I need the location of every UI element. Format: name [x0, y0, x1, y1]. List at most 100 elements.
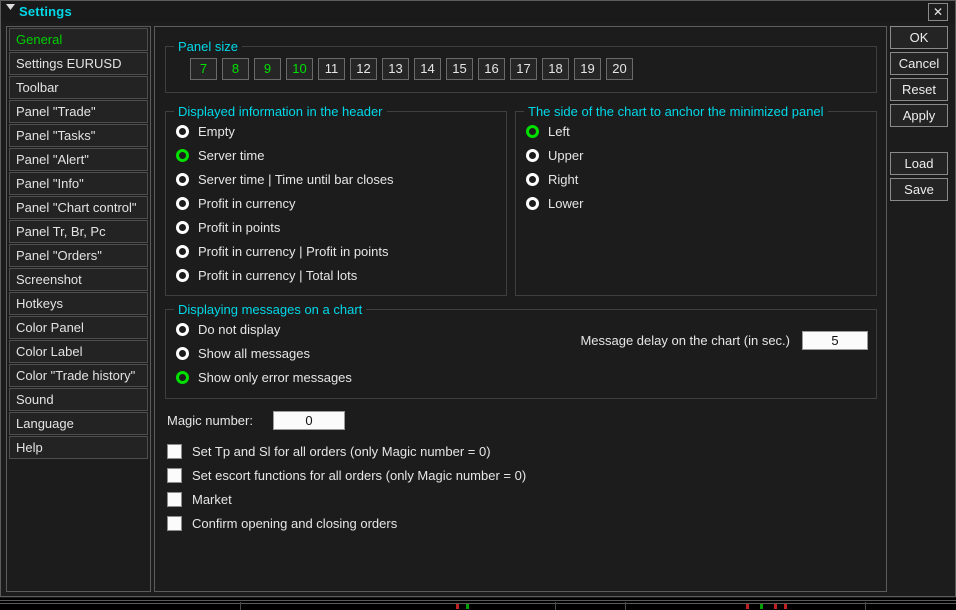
sidebar-item-color-label[interactable]: Color Label: [9, 340, 148, 363]
sidebar-item-screenshot[interactable]: Screenshot: [9, 268, 148, 291]
panel-size-18[interactable]: 18: [542, 58, 569, 80]
header-info-option-empty[interactable]: Empty: [166, 119, 506, 143]
anchor-side-option-upper[interactable]: Upper: [516, 143, 876, 167]
apply-button[interactable]: Apply: [890, 104, 948, 127]
sidebar-item-help[interactable]: Help: [9, 436, 148, 459]
checkbox-label-confirm-orders: Confirm opening and closing orders: [192, 516, 397, 531]
header-info-label-profit-points: Profit in points: [198, 220, 280, 235]
panel-size-17[interactable]: 17: [510, 58, 537, 80]
radio-icon: [176, 173, 189, 186]
sidebar-item-color-trade-history[interactable]: Color "Trade history": [9, 364, 148, 387]
radio-icon: [176, 149, 189, 162]
panel-size-20[interactable]: 20: [606, 58, 633, 80]
radio-icon: [526, 125, 539, 138]
ok-button[interactable]: OK: [890, 26, 948, 49]
message-delay-field: Message delay on the chart (in sec.): [580, 331, 868, 350]
checkbox-row-market[interactable]: Market: [167, 487, 867, 511]
save-button[interactable]: Save: [890, 178, 948, 201]
sidebar-item-panel-trade[interactable]: Panel "Trade": [9, 100, 148, 123]
radio-icon: [176, 371, 189, 384]
header-info-label-server-time-bar-close: Server time | Time until bar closes: [198, 172, 394, 187]
panel-size-13[interactable]: 13: [382, 58, 409, 80]
header-info-label-empty: Empty: [198, 124, 235, 139]
checkbox-label-market: Market: [192, 492, 232, 507]
sidebar-item-language[interactable]: Language: [9, 412, 148, 435]
sidebar-item-panel-tr-br-pc[interactable]: Panel Tr, Br, Pc: [9, 220, 148, 243]
panel-size-10[interactable]: 10: [286, 58, 313, 80]
settings-dialog-screen: Settings ✕ General Settings EURUSD Toolb…: [0, 0, 956, 610]
magic-number-input[interactable]: [273, 411, 345, 430]
anchor-side-label-right: Right: [548, 172, 578, 187]
header-info-group: Displayed information in the header Empt…: [165, 104, 507, 296]
cancel-button[interactable]: Cancel: [890, 52, 948, 75]
sidebar-item-panel-tasks[interactable]: Panel "Tasks": [9, 124, 148, 147]
anchor-side-legend: The side of the chart to anchor the mini…: [524, 104, 828, 119]
header-info-option-profit-currency-points[interactable]: Profit in currency | Profit in points: [166, 239, 506, 263]
checkbox-icon: [167, 468, 182, 483]
radio-icon: [176, 125, 189, 138]
panel-size-11[interactable]: 11: [318, 58, 345, 80]
checkbox-row-set-tp-sl[interactable]: Set Tp and Sl for all orders (only Magic…: [167, 439, 867, 463]
sidebar-item-panel-orders[interactable]: Panel "Orders": [9, 244, 148, 267]
anchor-side-option-left[interactable]: Left: [516, 119, 876, 143]
checkbox-icon: [167, 444, 182, 459]
load-button[interactable]: Load: [890, 152, 948, 175]
checkbox-label-set-tp-sl: Set Tp and Sl for all orders (only Magic…: [192, 444, 491, 459]
settings-sidebar: General Settings EURUSD Toolbar Panel "T…: [6, 26, 151, 592]
background-chart-strip: [0, 598, 956, 610]
messages-group: Displaying messages on a chart Do not di…: [165, 302, 877, 399]
panel-size-legend: Panel size: [174, 39, 242, 54]
panel-size-8[interactable]: 8: [222, 58, 249, 80]
panel-size-14[interactable]: 14: [414, 58, 441, 80]
sidebar-item-panel-chart-control[interactable]: Panel "Chart control": [9, 196, 148, 219]
header-info-option-server-time[interactable]: Server time: [166, 143, 506, 167]
messages-legend: Displaying messages on a chart: [174, 302, 366, 317]
sidebar-item-toolbar[interactable]: Toolbar: [9, 76, 148, 99]
anchor-side-group: The side of the chart to anchor the mini…: [515, 104, 877, 296]
sidebar-item-hotkeys[interactable]: Hotkeys: [9, 292, 148, 315]
radio-icon: [526, 173, 539, 186]
sidebar-item-color-panel[interactable]: Color Panel: [9, 316, 148, 339]
header-info-option-profit-points[interactable]: Profit in points: [166, 215, 506, 239]
panel-size-7[interactable]: 7: [190, 58, 217, 80]
radio-icon: [526, 197, 539, 210]
reset-button[interactable]: Reset: [890, 78, 948, 101]
header-info-option-profit-currency-total-lots[interactable]: Profit in currency | Total lots: [166, 263, 506, 287]
checkbox-row-confirm-orders[interactable]: Confirm opening and closing orders: [167, 511, 867, 535]
header-info-legend: Displayed information in the header: [174, 104, 387, 119]
settings-main-panel: Panel size 7 8 9 10 11 12 13 14 15 16 17…: [154, 26, 887, 592]
sidebar-item-panel-alert[interactable]: Panel "Alert": [9, 148, 148, 171]
options-checkbox-list: Set Tp and Sl for all orders (only Magic…: [167, 439, 867, 535]
anchor-side-option-lower[interactable]: Lower: [516, 191, 876, 215]
panel-size-15[interactable]: 15: [446, 58, 473, 80]
window-title: Settings: [19, 1, 72, 23]
anchor-side-label-upper: Upper: [548, 148, 583, 163]
panel-size-buttons: 7 8 9 10 11 12 13 14 15 16 17 18 19 20: [166, 54, 876, 80]
header-info-option-profit-currency[interactable]: Profit in currency: [166, 191, 506, 215]
anchor-side-label-left: Left: [548, 124, 570, 139]
checkbox-icon: [167, 516, 182, 531]
message-delay-label: Message delay on the chart (in sec.): [580, 333, 790, 348]
radio-icon: [176, 269, 189, 282]
anchor-side-option-right[interactable]: Right: [516, 167, 876, 191]
messages-label-show-errors-only: Show only error messages: [198, 370, 352, 385]
close-icon[interactable]: ✕: [928, 3, 948, 21]
action-button-column: OK Cancel Reset Apply Load Save: [890, 26, 952, 204]
button-spacer: [890, 130, 952, 152]
magic-number-label: Magic number:: [167, 413, 253, 428]
messages-option-show-errors-only[interactable]: Show only error messages: [166, 365, 876, 389]
checkbox-row-set-escort-functions[interactable]: Set escort functions for all orders (onl…: [167, 463, 867, 487]
panel-size-9[interactable]: 9: [254, 58, 281, 80]
checkbox-icon: [167, 492, 182, 507]
panel-size-19[interactable]: 19: [574, 58, 601, 80]
panel-size-16[interactable]: 16: [478, 58, 505, 80]
sidebar-item-settings-eurusd[interactable]: Settings EURUSD: [9, 52, 148, 75]
header-info-label-profit-currency-points: Profit in currency | Profit in points: [198, 244, 389, 259]
header-info-option-server-time-bar-close[interactable]: Server time | Time until bar closes: [166, 167, 506, 191]
sidebar-item-sound[interactable]: Sound: [9, 388, 148, 411]
sidebar-item-general[interactable]: General: [9, 28, 148, 51]
message-delay-input[interactable]: [802, 331, 868, 350]
panel-size-12[interactable]: 12: [350, 58, 377, 80]
chevron-down-icon[interactable]: [1, 1, 19, 23]
sidebar-item-panel-info[interactable]: Panel "Info": [9, 172, 148, 195]
